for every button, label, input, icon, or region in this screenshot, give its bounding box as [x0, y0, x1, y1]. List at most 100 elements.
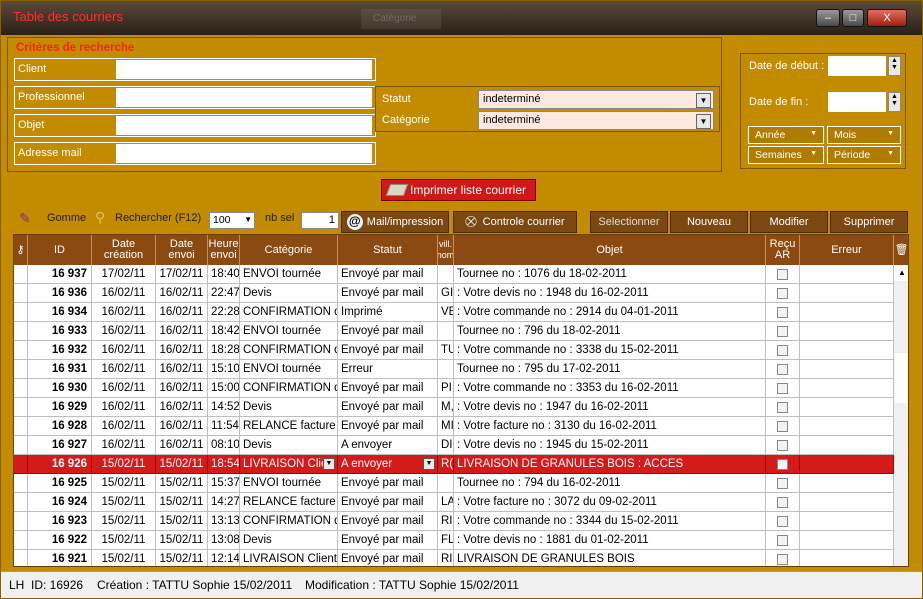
table-row[interactable]: 16 926 15/02/11 15/02/11 18:54 LIVRAISON Cli…: [14, 455, 894, 474]
cell-statut[interactable]: Envoyé par mail: [338, 474, 438, 493]
cell-date-creation[interactable]: 15/02/11: [92, 493, 156, 512]
chevron-down-icon[interactable]: ▼: [696, 93, 711, 108]
supprimer-button[interactable]: Supprimer: [830, 211, 908, 233]
cell-categorie[interactable]: Devis: [240, 436, 338, 455]
col-statut[interactable]: Statut: [338, 235, 438, 265]
table-row[interactable]: 16 921 15/02/11 15/02/11 12:14 LIVRAISON Cli…: [14, 550, 894, 566]
cell-statut[interactable]: Envoyé par mail: [338, 284, 438, 303]
recu-ar-checkbox[interactable]: [777, 535, 788, 546]
row-selector[interactable]: [14, 379, 28, 398]
cell-categorie[interactable]: Devis: [240, 531, 338, 550]
gomme-button[interactable]: Gomme: [47, 212, 86, 224]
cell-statut[interactable]: Envoyé par mail: [338, 341, 438, 360]
cell-objet[interactable]: Tournee no : 796 du 18-02-2011: [454, 322, 766, 341]
cell-categorie[interactable]: ENVOI tournée: [240, 360, 338, 379]
cell-ville[interactable]: DI: [438, 436, 454, 455]
cell-heure[interactable]: 15:00: [208, 379, 240, 398]
cell-date-envoi[interactable]: 16/02/11: [156, 341, 208, 360]
cell-statut[interactable]: Envoyé par mail: [338, 493, 438, 512]
table-row[interactable]: 16 933 16/02/11 16/02/11 18:42 ENVOI tournée…: [14, 322, 894, 341]
cell-erreur[interactable]: [800, 379, 894, 398]
table-row[interactable]: 16 936 16/02/11 16/02/11 22:47 Devis Envoyé p…: [14, 284, 894, 303]
cell-heure[interactable]: 18:40: [208, 265, 240, 284]
cell-heure[interactable]: 22:28: [208, 303, 240, 322]
cell-date-creation[interactable]: 15/02/11: [92, 531, 156, 550]
cell-date-creation[interactable]: 17/02/11: [92, 265, 156, 284]
table-row[interactable]: 16 934 16/02/11 16/02/11 22:28 CONFIRMATION …: [14, 303, 894, 322]
cell-categorie[interactable]: ENVOI tournée: [240, 322, 338, 341]
limit-select[interactable]: 100 ▼: [209, 212, 255, 229]
rechercher-button[interactable]: Rechercher (F12): [115, 212, 201, 224]
scroll-thumb[interactable]: [895, 353, 908, 403]
cell-date-envoi[interactable]: 16/02/11: [156, 360, 208, 379]
cell-statut[interactable]: Envoyé par mail: [338, 398, 438, 417]
mois-button[interactable]: Mois ▼: [827, 126, 901, 144]
row-selector[interactable]: [14, 398, 28, 417]
cell-erreur[interactable]: [800, 360, 894, 379]
controle-courrier-button[interactable]: ⛒ Controle courrier: [453, 211, 577, 233]
key-icon[interactable]: ⚷: [14, 235, 28, 265]
mail-impression-button[interactable]: @ Mail/impression: [341, 211, 449, 233]
cell-categorie[interactable]: CONFIRMATION de: [240, 303, 338, 322]
cell-ville[interactable]: M,: [438, 398, 454, 417]
cell-objet[interactable]: Tournee no : 795 du 17-02-2011: [454, 360, 766, 379]
cell-heure[interactable]: 18:54: [208, 455, 240, 474]
cell-erreur[interactable]: [800, 322, 894, 341]
cell-statut[interactable]: Erreur: [338, 360, 438, 379]
cell-heure[interactable]: 14:52: [208, 398, 240, 417]
recu-ar-checkbox[interactable]: [777, 554, 788, 565]
col-id[interactable]: ID: [28, 235, 92, 265]
cell-date-envoi[interactable]: 15/02/11: [156, 550, 208, 566]
cell-statut[interactable]: Envoyé par mail: [338, 531, 438, 550]
cell-date-envoi[interactable]: 15/02/11: [156, 474, 208, 493]
cell-objet[interactable]: Tournee no : 794 du 16-02-2011: [454, 474, 766, 493]
cell-ville[interactable]: RI: [438, 550, 454, 566]
table-row[interactable]: 16 928 16/02/11 16/02/11 11:54 RELANCE factu…: [14, 417, 894, 436]
cell-id[interactable]: 16 936: [28, 284, 92, 303]
cell-date-envoi[interactable]: 16/02/11: [156, 303, 208, 322]
cell-date-creation[interactable]: 15/02/11: [92, 455, 156, 474]
client-input[interactable]: [116, 60, 372, 79]
cell-date-creation[interactable]: 16/02/11: [92, 284, 156, 303]
row-selector[interactable]: [14, 455, 28, 474]
maximize-button[interactable]: □: [842, 9, 864, 27]
cell-erreur[interactable]: [800, 531, 894, 550]
minimize-button[interactable]: –: [816, 9, 840, 27]
cell-date-envoi[interactable]: 15/02/11: [156, 493, 208, 512]
recu-ar-checkbox[interactable]: [777, 421, 788, 432]
row-selector[interactable]: [14, 341, 28, 360]
cell-ville[interactable]: [438, 360, 454, 379]
cell-categorie[interactable]: CONFIRMATION de: [240, 341, 338, 360]
statut-select[interactable]: indeterminé ▼: [478, 90, 714, 109]
semaines-button[interactable]: Semaines ▼: [748, 146, 824, 164]
cell-erreur[interactable]: [800, 455, 894, 474]
cell-erreur[interactable]: [800, 493, 894, 512]
recu-ar-checkbox[interactable]: [777, 364, 788, 375]
cell-objet[interactable]: : Votre commande no : 2914 du 04-01-2011: [454, 303, 766, 322]
cell-date-creation[interactable]: 16/02/11: [92, 379, 156, 398]
row-selector[interactable]: [14, 436, 28, 455]
cell-heure[interactable]: 13:13: [208, 512, 240, 531]
cell-statut[interactable]: Envoyé par mail: [338, 322, 438, 341]
title-bar[interactable]: Table des courriers Catégorie – □ X: [1, 1, 922, 35]
cell-date-creation[interactable]: 15/02/11: [92, 474, 156, 493]
modifier-button[interactable]: Modifier: [750, 211, 828, 233]
cell-statut[interactable]: Imprimé: [338, 303, 438, 322]
objet-input[interactable]: [116, 116, 372, 135]
table-row[interactable]: 16 931 16/02/11 16/02/11 15:10 ENVOI tournée…: [14, 360, 894, 379]
cell-date-envoi[interactable]: 15/02/11: [156, 512, 208, 531]
cell-id[interactable]: 16 930: [28, 379, 92, 398]
row-selector[interactable]: [14, 417, 28, 436]
cell-ville[interactable]: GI: [438, 284, 454, 303]
vertical-scrollbar[interactable]: ▲: [894, 265, 908, 566]
categorie-select[interactable]: indeterminé ▼: [478, 111, 714, 130]
scroll-up-icon[interactable]: ▲: [894, 265, 908, 281]
cell-id[interactable]: 16 927: [28, 436, 92, 455]
col-recu-ar[interactable]: Reçu AR: [766, 235, 800, 265]
recu-ar-checkbox[interactable]: [777, 345, 788, 356]
col-date-creation[interactable]: Date création: [92, 235, 156, 265]
chevron-down-icon[interactable]: ▼: [423, 458, 435, 470]
cell-date-envoi[interactable]: 16/02/11: [156, 284, 208, 303]
cell-erreur[interactable]: [800, 303, 894, 322]
cell-erreur[interactable]: [800, 398, 894, 417]
